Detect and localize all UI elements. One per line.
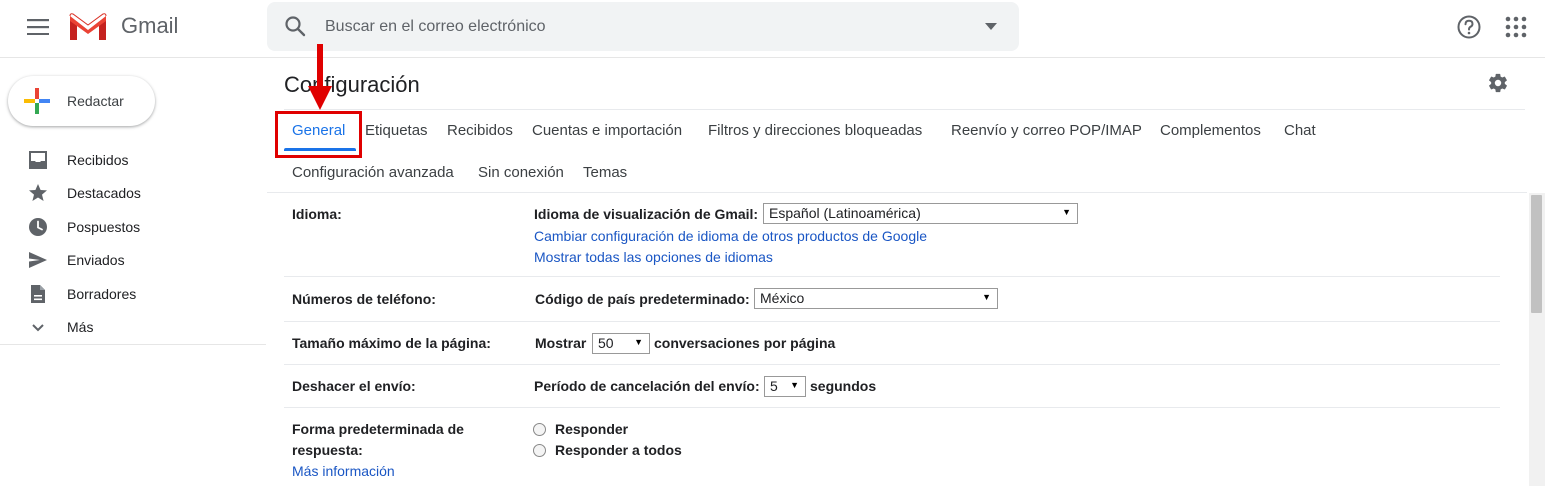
row-divider	[284, 321, 1500, 322]
gmail-brand: Gmail	[121, 13, 179, 38]
select-arrow-icon: ▼	[982, 292, 991, 302]
undo-send-suffix: segundos	[810, 378, 877, 394]
tab-labels[interactable]: Etiquetas	[365, 122, 428, 139]
tab-offline[interactable]: Sin conexión	[478, 164, 564, 181]
search-input[interactable]	[325, 13, 945, 41]
sidebar-item-snoozed[interactable]: Pospuestos	[0, 210, 266, 243]
sidebar-item-label: Enviados	[67, 252, 125, 269]
select-arrow-icon: ▼	[634, 337, 643, 347]
undo-send-select[interactable]: 5 ▼	[764, 376, 806, 397]
title-divider	[284, 109, 1525, 110]
reply-option-label: Responder	[555, 421, 629, 437]
reply-radio[interactable]	[533, 423, 546, 436]
main-menu-button[interactable]	[18, 7, 58, 47]
country-code-label: Código de país predeterminado:	[535, 291, 750, 307]
page-size-prefix: Mostrar	[535, 335, 587, 351]
display-language-label: Idioma de visualización de Gmail:	[534, 206, 759, 222]
undo-send-value: 5	[770, 378, 778, 394]
inbox-icon	[29, 151, 47, 169]
sidebar-divider	[0, 344, 266, 345]
hamburger-menu-icon	[27, 19, 49, 35]
sidebar-item-starred[interactable]: Destacados	[0, 176, 266, 209]
tab-themes[interactable]: Temas	[583, 164, 627, 181]
show-language-options-link[interactable]: Mostrar todas las opciones de idiomas	[534, 249, 773, 265]
google-apps-icon[interactable]	[1502, 13, 1530, 41]
sidebar-item-label: Más	[67, 318, 94, 335]
sidebar-item-label: Recibidos	[67, 152, 129, 168]
reply-more-info-link[interactable]: Más información	[292, 463, 395, 479]
chevron-down-icon	[32, 324, 44, 332]
display-language-select[interactable]: Español (Latinoamérica) ▼	[763, 203, 1078, 224]
display-language-value: Español (Latinoamérica)	[769, 205, 921, 221]
row-divider	[284, 364, 1500, 365]
gmail-logo-icon[interactable]	[68, 12, 108, 42]
help-icon[interactable]	[1455, 13, 1483, 41]
undo-send-prefix: Período de cancelación del envío:	[534, 378, 760, 394]
caret-down-icon	[985, 22, 997, 30]
row-divider	[284, 407, 1500, 408]
reply-all-radio[interactable]	[533, 444, 546, 457]
sidebar-item-more[interactable]: Más	[0, 310, 266, 343]
sidebar-item-label: Borradores	[67, 285, 137, 302]
page-size-suffix: conversaciones por página	[654, 335, 836, 351]
sidebar-item-sent[interactable]: Enviados	[0, 243, 266, 276]
page-size-value: 50	[598, 335, 614, 351]
tab-accounts-import[interactable]: Cuentas e importación	[532, 122, 682, 139]
scrollbar-thumb[interactable]	[1531, 195, 1542, 313]
reply-all-option-label: Responder a todos	[555, 442, 682, 458]
annotation-arrow-icon	[308, 44, 332, 110]
app-header: Gmail	[0, 0, 1545, 58]
undo-send-label: Deshacer el envío:	[292, 378, 416, 394]
annotation-highlight-box	[275, 111, 362, 158]
search-icon[interactable]	[283, 14, 307, 38]
country-code-value: México	[760, 290, 805, 306]
select-arrow-icon: ▼	[1062, 207, 1071, 217]
language-label: Idioma:	[292, 206, 342, 222]
search-bar	[267, 2, 1019, 51]
tab-forwarding-pop-imap[interactable]: Reenvío y correo POP/IMAP	[951, 122, 1142, 139]
tabs-divider	[267, 192, 1527, 193]
reply-label-line1: Forma predeterminada de	[292, 421, 464, 437]
change-language-link[interactable]: Cambiar configuración de idioma de otros…	[534, 228, 927, 244]
send-icon	[29, 252, 47, 269]
sidebar-item-drafts[interactable]: Borradores	[0, 277, 266, 310]
sidebar-item-label: Destacados	[67, 185, 141, 202]
page-size-select[interactable]: 50 ▼	[592, 333, 650, 354]
clock-icon	[29, 217, 47, 236]
tab-chat[interactable]: Chat	[1284, 122, 1316, 139]
sidebar-item-label: Pospuestos	[67, 218, 141, 235]
tab-filters-blocked[interactable]: Filtros y direcciones bloqueadas	[708, 122, 922, 139]
tab-inbox[interactable]: Recibidos	[447, 122, 513, 139]
draft-icon	[31, 284, 45, 303]
star-icon	[29, 184, 47, 202]
search-options-button[interactable]	[981, 16, 1001, 36]
compose-label: Redactar	[67, 93, 124, 109]
sidebar-nav: Recibidos Destacados Pospuestos Enviados…	[0, 143, 266, 343]
tab-advanced[interactable]: Configuración avanzada	[292, 164, 454, 181]
gear-icon[interactable]	[1487, 72, 1509, 94]
phone-label: Números de teléfono:	[292, 291, 436, 307]
row-divider	[284, 276, 1500, 277]
reply-label-line2: respuesta:	[292, 442, 363, 458]
page-size-label: Tamaño máximo de la página:	[292, 335, 491, 351]
compose-button[interactable]: Redactar	[8, 76, 155, 126]
tab-addons[interactable]: Complementos	[1160, 122, 1261, 139]
select-arrow-icon: ▼	[790, 380, 799, 390]
plus-icon	[24, 88, 50, 114]
sidebar-item-inbox[interactable]: Recibidos	[0, 143, 266, 176]
country-code-select[interactable]: México ▼	[754, 288, 998, 309]
